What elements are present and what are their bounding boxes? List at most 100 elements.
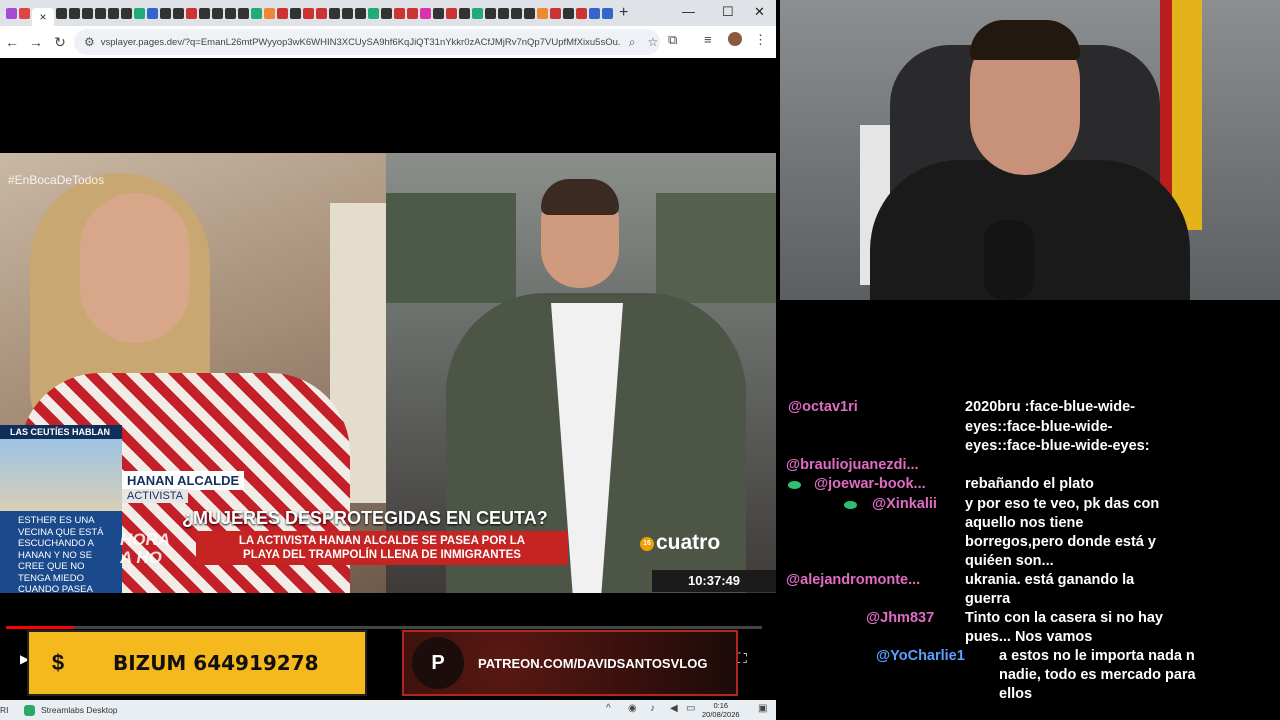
tab[interactable] <box>459 7 470 19</box>
tab[interactable] <box>199 7 210 19</box>
tab[interactable] <box>433 7 444 19</box>
site-settings-icon[interactable]: ⚙ <box>84 35 95 49</box>
zoom-icon[interactable]: ⌕ <box>629 35 636 50</box>
tab[interactable] <box>407 7 418 19</box>
tab[interactable] <box>212 7 223 19</box>
url-text[interactable]: vsplayer.pages.dev/?q=EmanL26mtPWyyop3wK… <box>101 37 621 48</box>
maximize-icon[interactable]: ☐ <box>722 4 734 20</box>
bizum-banner: $ BIZUM 644919278 <box>27 630 367 696</box>
tab[interactable] <box>563 7 574 19</box>
tab[interactable] <box>394 7 405 19</box>
tab[interactable] <box>290 7 301 19</box>
tab[interactable] <box>225 7 236 19</box>
patreon-banner: P PATREON.COM/DAVIDSANTOSVLOG <box>402 630 738 696</box>
flag <box>1172 0 1202 230</box>
tab[interactable] <box>316 7 327 19</box>
tab[interactable] <box>472 7 483 19</box>
chat-text: borregos,pero donde está y <box>965 534 1156 550</box>
video-progress-fill <box>6 626 75 629</box>
tray-chevron-icon[interactable]: ^ <box>606 703 611 714</box>
tab-strip: × + ― ☐ ✕ <box>0 0 776 26</box>
tab[interactable] <box>446 7 457 19</box>
chat-username: @brauliojuanezdi... <box>786 457 919 473</box>
video-player[interactable]: #EnBocaDeTodos LAS CEUTÍES HABLAN ESTHER… <box>0 58 776 696</box>
taskbar-app-label: Streamlabs Desktop <box>41 705 118 715</box>
tab[interactable] <box>121 7 132 19</box>
back-icon[interactable]: ← <box>0 34 24 50</box>
tab[interactable] <box>524 7 535 19</box>
tab[interactable] <box>277 7 288 19</box>
video-progress-bar[interactable] <box>6 626 762 629</box>
headline: ¿MUJERES DESPROTEGIDAS EN CEUTA? <box>182 508 548 528</box>
reload-icon[interactable]: ↻ <box>48 34 72 51</box>
bookmark-star-icon[interactable]: ☆ <box>648 35 659 49</box>
notifications-icon[interactable]: ▣ <box>758 703 767 714</box>
profile-avatar[interactable] <box>728 32 742 49</box>
new-tab-button[interactable]: + <box>619 4 628 22</box>
tray-volume-icon[interactable]: ◀ <box>670 703 678 714</box>
tray-clock[interactable]: 0:16 20/08/2026 <box>702 701 740 719</box>
tab[interactable] <box>6 7 17 19</box>
tab[interactable] <box>511 7 522 19</box>
tab[interactable] <box>485 7 496 19</box>
tab[interactable] <box>381 7 392 19</box>
broadcast-clock: 10:37:49 <box>652 570 776 592</box>
fullscreen-icon[interactable]: ⛶ <box>737 650 747 667</box>
close-tab-icon[interactable]: × <box>39 10 46 24</box>
tab[interactable] <box>589 7 600 19</box>
tab[interactable] <box>303 7 314 19</box>
guest-face <box>80 193 190 343</box>
extensions-icon[interactable]: ⧉ <box>668 32 677 48</box>
forward-icon[interactable]: → <box>24 34 48 50</box>
tab[interactable] <box>420 7 431 19</box>
tray-mic-icon[interactable]: ♪ <box>650 703 655 714</box>
streamer-hair <box>970 20 1080 60</box>
chat-username: @YoCharlie1 <box>876 648 965 664</box>
tab[interactable] <box>95 7 106 19</box>
tab[interactable] <box>160 7 171 19</box>
tab[interactable] <box>82 7 93 19</box>
subtitle-line-2: PLAYA DEL TRAMPOLÍN LLENA DE INMIGRANTES <box>243 549 521 561</box>
chat-text: quiéen son... <box>965 553 1054 569</box>
address-bar[interactable]: ⚙ vsplayer.pages.dev/?q=EmanL26mtPWyyop3… <box>74 29 660 55</box>
video-frame: #EnBocaDeTodos LAS CEUTÍES HABLAN ESTHER… <box>0 153 776 593</box>
tab[interactable] <box>147 7 158 19</box>
tab[interactable] <box>342 7 353 19</box>
tab[interactable] <box>368 7 379 19</box>
tab-active[interactable]: × <box>32 8 54 26</box>
browser-window: × + ― ☐ ✕ ← → ↻ ⚙ vsplayer.pages.dev/?q=… <box>0 0 776 720</box>
taskbar-app-streamlabs[interactable]: Streamlabs Desktop <box>24 704 118 716</box>
chat-text: nadie, todo es mercado para <box>999 667 1196 683</box>
tray-network-icon[interactable]: ◉ <box>628 703 637 714</box>
close-window-icon[interactable]: ✕ <box>754 4 765 20</box>
tray-battery-icon[interactable]: ▭ <box>686 703 695 714</box>
taskbar-left-text: RI <box>0 705 9 715</box>
streamlabs-icon <box>24 704 35 716</box>
side-line-1: HORA <box>120 530 171 549</box>
tab[interactable] <box>238 7 249 19</box>
subtitle-line-1: LA ACTIVISTA HANAN ALCALDE SE PASEA POR … <box>238 535 526 547</box>
tab[interactable] <box>498 7 509 19</box>
tab[interactable] <box>186 7 197 19</box>
media-controls-icon[interactable]: ≡ <box>704 32 712 47</box>
tab[interactable] <box>56 7 67 19</box>
tab[interactable] <box>602 7 613 19</box>
tab[interactable] <box>134 7 145 19</box>
side-ticker: LAS CEUTÍES HABLAN ESTHER ES UNA VECINA … <box>0 425 122 593</box>
tab[interactable] <box>264 7 275 19</box>
tab[interactable] <box>108 7 119 19</box>
chat-text: aquello nos tiene <box>965 515 1084 531</box>
patreon-text: PATREON.COM/DAVIDSANTOSVLOG <box>478 655 708 671</box>
patreon-icon: P <box>412 637 464 689</box>
tab[interactable] <box>251 7 262 19</box>
tab[interactable] <box>576 7 587 19</box>
tab[interactable] <box>329 7 340 19</box>
tab[interactable] <box>550 7 561 19</box>
tab[interactable] <box>173 7 184 19</box>
minimize-icon[interactable]: ― <box>682 4 695 19</box>
tab[interactable] <box>69 7 80 19</box>
menu-dots-icon[interactable]: ⋮ <box>754 32 767 48</box>
tab[interactable] <box>19 7 30 19</box>
tab[interactable] <box>537 7 548 19</box>
tab[interactable] <box>355 7 366 19</box>
